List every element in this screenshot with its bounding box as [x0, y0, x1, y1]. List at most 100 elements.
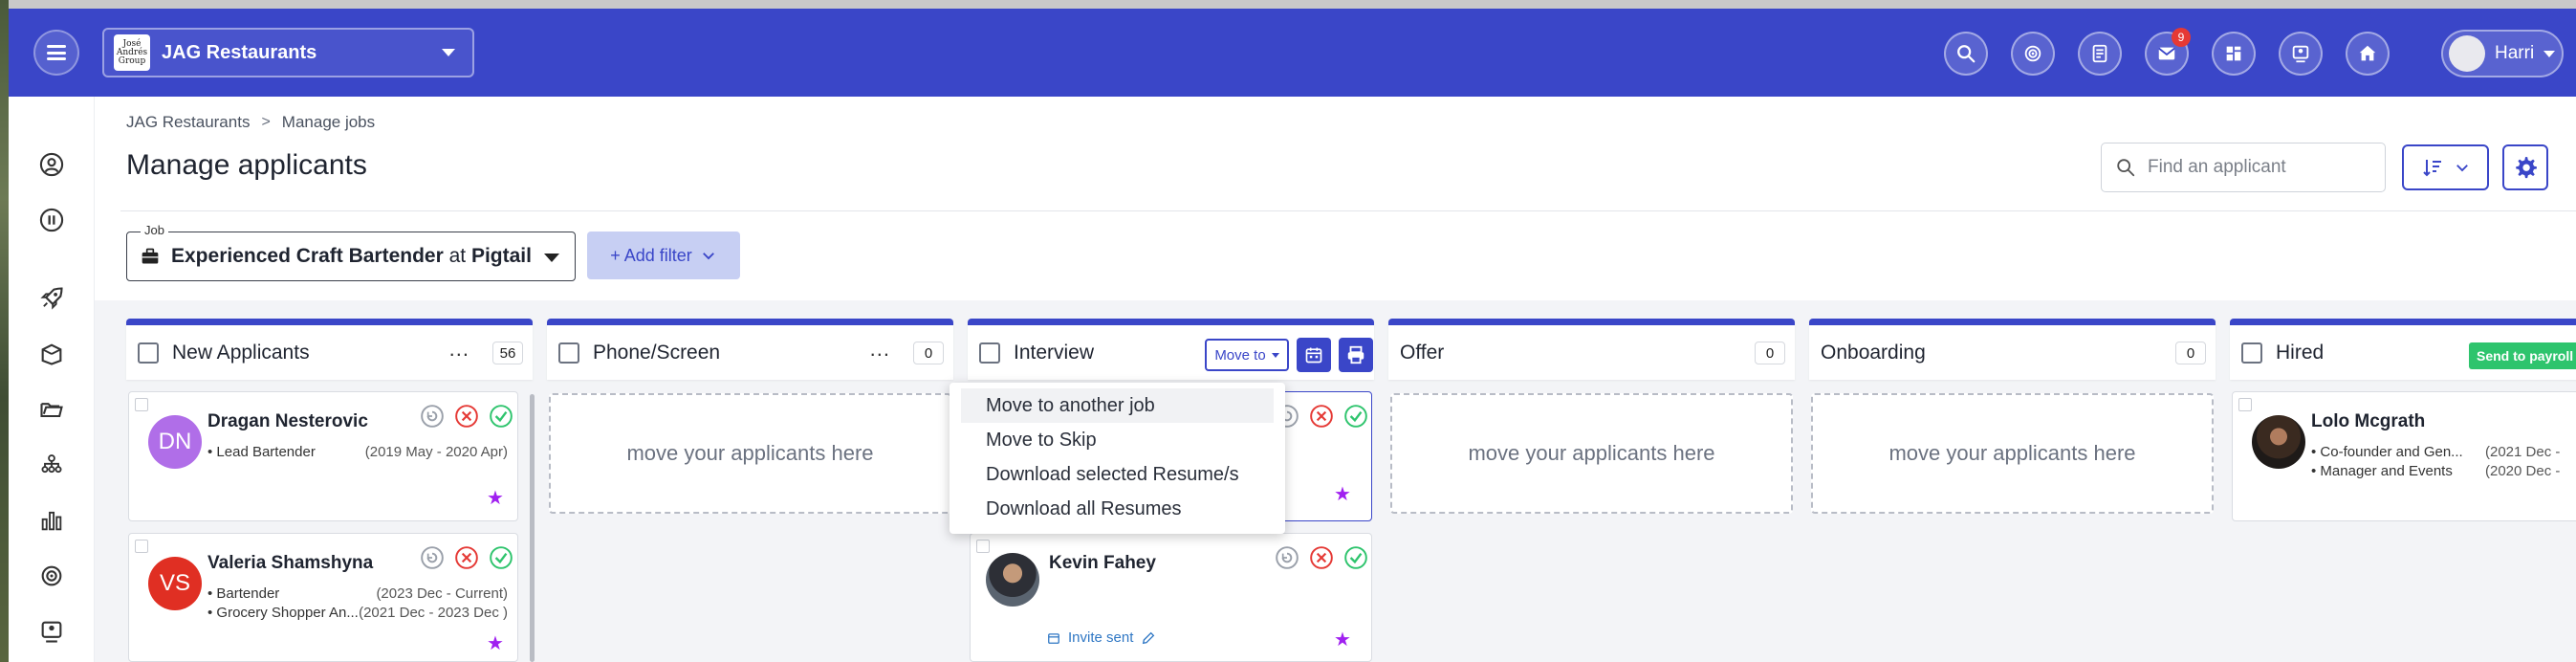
page-title: Manage applicants	[126, 149, 367, 181]
applicant-role: • Manager and Events	[2311, 463, 2453, 479]
applicant-name[interactable]: Kevin Fahey	[1049, 553, 1156, 574]
role-text: Co-founder and Gen...	[2320, 444, 2463, 460]
column-header: Phone/Screen ... 0	[547, 319, 953, 380]
gear-icon	[2516, 157, 2537, 179]
breadcrumb-item-manage-jobs[interactable]: Manage jobs	[282, 113, 375, 132]
target-icon	[2024, 45, 2041, 62]
drop-zone[interactable]: move your applicants here	[549, 393, 951, 514]
card-checkbox[interactable]	[135, 540, 148, 553]
add-filter-button[interactable]: + Add filter	[587, 232, 740, 279]
sidebar-item-launch[interactable]	[35, 282, 68, 315]
check-icon	[1344, 405, 1367, 428]
applicant-name[interactable]: Dragan Nesterovic	[207, 411, 368, 432]
briefcase-icon	[142, 248, 159, 264]
notification-badge: 9	[2172, 28, 2191, 47]
menu-item-move-to-skip[interactable]: Move to Skip	[950, 423, 1285, 457]
history-button[interactable]	[420, 404, 445, 429]
reject-button[interactable]	[1309, 545, 1334, 570]
sidebar-item-folders[interactable]	[35, 393, 68, 426]
sidebar-item-pause[interactable]	[35, 204, 68, 236]
menu-item-download-all-resumes[interactable]: Download all Resumes	[950, 492, 1285, 526]
dashboard-button[interactable]	[2212, 32, 2256, 76]
reject-button[interactable]	[454, 545, 479, 570]
sidebar-item-contacts[interactable]	[35, 615, 68, 648]
schedule-button[interactable]	[1297, 338, 1331, 372]
applicant-name[interactable]: Lolo Mcgrath	[2311, 411, 2425, 432]
column-menu-button[interactable]: ...	[870, 337, 890, 362]
messages-button[interactable]: 9	[2145, 28, 2191, 76]
sort-icon	[2422, 160, 2441, 177]
move-to-button[interactable]: Move to	[1205, 339, 1289, 371]
select-all-checkbox[interactable]	[138, 342, 159, 364]
reject-button[interactable]	[1309, 404, 1334, 429]
chevron-down-icon	[442, 49, 455, 56]
accept-button[interactable]	[489, 545, 513, 570]
card-checkbox[interactable]	[135, 398, 148, 411]
column-count: 0	[913, 342, 944, 364]
drop-zone[interactable]: move your applicants here	[1390, 393, 1793, 514]
applicant-card[interactable]: Kevin Fahey Invite sent ★	[970, 533, 1372, 662]
accept-button[interactable]	[1343, 404, 1368, 429]
sidebar-item-targets[interactable]	[35, 560, 68, 592]
menu-item-download-selected-resumes[interactable]: Download selected Resume/s	[950, 457, 1285, 492]
role-dates: (2019 May - 2020 Apr)	[364, 444, 508, 460]
star-icon[interactable]: ★	[487, 631, 504, 655]
star-icon[interactable]: ★	[1334, 482, 1351, 506]
sidebar-item-inbox[interactable]	[35, 338, 68, 370]
user-menu[interactable]: Harri	[2441, 30, 2564, 77]
applicant-name[interactable]: Valeria Shamshyna	[207, 553, 373, 574]
search-button[interactable]	[1944, 32, 1988, 76]
history-icon	[421, 405, 444, 428]
card-actions	[420, 404, 513, 429]
contacts-button[interactable]	[2279, 32, 2323, 76]
star-icon[interactable]: ★	[1334, 628, 1351, 651]
history-button[interactable]	[1275, 545, 1299, 570]
print-button[interactable]	[1339, 338, 1373, 372]
job-at: at	[448, 245, 467, 267]
card-checkbox[interactable]	[2238, 398, 2252, 411]
select-all-checkbox[interactable]	[979, 342, 1000, 364]
menu-item-move-to-another-job[interactable]: Move to another job	[961, 388, 1274, 423]
settings-button[interactable]	[2502, 144, 2548, 190]
card-checkbox[interactable]	[976, 540, 990, 553]
column-header: Offer 0	[1388, 319, 1795, 380]
applicant-card[interactable]: Lolo Mcgrath • Co-founder and Gen... (20…	[2232, 391, 2576, 521]
star-icon[interactable]: ★	[487, 486, 504, 510]
search-input[interactable]	[2148, 157, 2377, 178]
column-scrollbar[interactable]	[530, 394, 535, 662]
reject-button[interactable]	[454, 404, 479, 429]
column-title: Hired	[2276, 341, 2325, 364]
column-count: 0	[2175, 342, 2206, 364]
column-title: Onboarding	[1821, 341, 1926, 364]
column-title: New Applicants	[172, 341, 310, 364]
accept-button[interactable]	[489, 404, 513, 429]
organization-selector[interactable]: José Andrés Group JAG Restaurants	[102, 28, 474, 77]
documents-button[interactable]	[2078, 32, 2122, 76]
pencil-icon[interactable]	[1141, 630, 1156, 646]
mail-icon	[2158, 47, 2175, 60]
history-icon	[421, 546, 444, 569]
window-top-edge	[0, 0, 2576, 9]
accept-button[interactable]	[1343, 545, 1368, 570]
sidebar-item-profile[interactable]	[35, 148, 68, 181]
target-button[interactable]	[2011, 32, 2055, 76]
send-to-payroll-button[interactable]: Send to payroll	[2469, 342, 2576, 369]
hierarchy-icon	[41, 454, 62, 474]
select-all-checkbox[interactable]	[558, 342, 579, 364]
sort-button[interactable]	[2402, 144, 2489, 190]
menu-button[interactable]	[33, 30, 79, 76]
select-all-checkbox[interactable]	[2241, 342, 2262, 364]
column-header: Onboarding 0	[1809, 319, 2216, 380]
sidebar-item-org-chart[interactable]	[35, 449, 68, 481]
role-text: Bartender	[216, 585, 280, 602]
history-button[interactable]	[420, 545, 445, 570]
job-select[interactable]: Job Experienced Craft Bartender at Pigta…	[126, 223, 576, 281]
drop-zone[interactable]: move your applicants here	[1811, 393, 2214, 514]
column-menu-button[interactable]: ...	[449, 337, 469, 362]
sidebar-item-reports[interactable]	[35, 504, 68, 537]
chevron-down-icon	[1271, 352, 1279, 358]
home-button[interactable]	[2346, 32, 2390, 76]
applicant-card[interactable]: DN Dragan Nesterovic • Lead Bartender (2…	[128, 391, 518, 521]
breadcrumb-item-org[interactable]: JAG Restaurants	[126, 113, 250, 132]
applicant-card[interactable]: VS Valeria Shamshyna • Bartender (2023 D…	[128, 533, 518, 662]
